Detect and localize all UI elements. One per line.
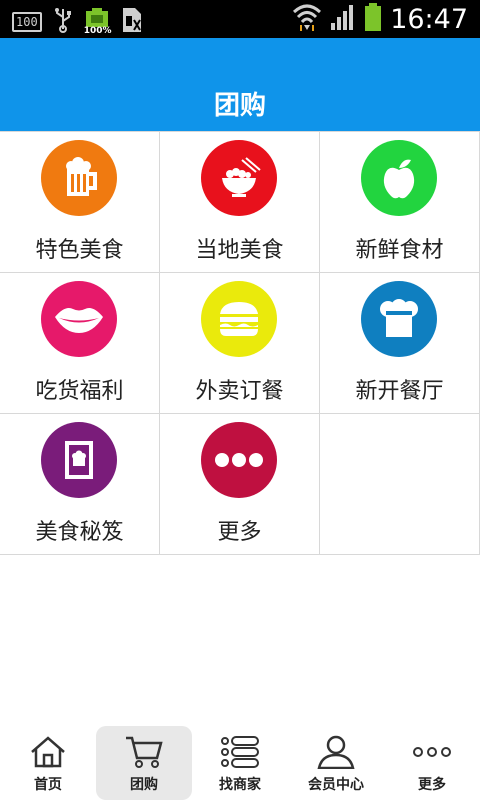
grid-row: 美食秘笈 更多 [0, 414, 480, 555]
grid-row: 特色美食 当地美食 新鲜食材 [0, 132, 480, 273]
category-tile-local-food[interactable]: 当地美食 [160, 132, 320, 272]
user-icon [316, 734, 356, 770]
category-label: 特色美食 [35, 238, 124, 263]
sim-card-icon [120, 6, 144, 38]
wifi-icon [292, 2, 322, 36]
nav-tab-group-buy[interactable]: 团购 [96, 720, 192, 800]
category-tile-takeout[interactable]: 外卖订餐 [160, 273, 320, 413]
status-left: 100 100% [12, 6, 144, 38]
nav-label: 找商家 [219, 777, 261, 793]
bottom-nav: 首页 团购 找商家 会员中心 更多 [0, 720, 480, 800]
apple-icon [361, 140, 437, 216]
category-tile-foodie-perks[interactable]: 吃货福利 [0, 273, 160, 413]
nav-label: 团购 [130, 777, 158, 793]
category-tile-more[interactable]: 更多 [160, 414, 320, 554]
clock: 16:47 [390, 3, 468, 35]
category-label: 新鲜食材 [355, 238, 444, 263]
noodle-bowl-icon [201, 140, 277, 216]
category-label: 吃货福利 [35, 379, 124, 404]
category-label: 美食秘笈 [35, 520, 124, 545]
title-bar: 团购 [0, 38, 480, 131]
category-label: 新开餐厅 [355, 379, 444, 404]
home-icon [28, 734, 68, 770]
more-icon [412, 734, 452, 770]
status-right: 16:47 [292, 2, 468, 36]
battery-icon [364, 2, 382, 36]
burger-icon [201, 281, 277, 357]
nav-tab-home[interactable]: 首页 [0, 720, 96, 800]
nav-tab-more[interactable]: 更多 [384, 720, 480, 800]
recipe-book-icon [41, 422, 117, 498]
nav-tab-find-merchants[interactable]: 找商家 [192, 720, 288, 800]
list-icon [220, 734, 260, 770]
category-label: 当地美食 [195, 238, 284, 263]
category-tile-local-specialties[interactable]: 特色美食 [0, 132, 160, 272]
beer-mug-icon [41, 140, 117, 216]
page-title: 团购 [213, 91, 266, 121]
usb-icon [54, 7, 72, 37]
battery-status-icon: 100% [84, 8, 112, 36]
signal-icon [330, 3, 356, 35]
status-badge: 100 [12, 12, 42, 32]
category-tile-new-restaurants[interactable]: 新开餐厅 [320, 273, 480, 413]
chef-hat-icon [361, 281, 437, 357]
status-bar: 100 100% 16:47 [0, 0, 480, 38]
nav-label: 会员中心 [308, 777, 364, 793]
category-label: 更多 [217, 520, 262, 545]
category-grid: 特色美食 当地美食 新鲜食材 吃货福利 外卖订餐 新开餐厅 美食秘笈 更多 [0, 131, 480, 555]
cart-icon [124, 734, 164, 770]
grid-row: 吃货福利 外卖订餐 新开餐厅 [0, 273, 480, 414]
lips-icon [41, 281, 117, 357]
empty-cell [320, 414, 480, 554]
category-tile-fresh-ingredients[interactable]: 新鲜食材 [320, 132, 480, 272]
more-dots-icon [201, 422, 277, 498]
nav-label: 更多 [418, 777, 446, 793]
category-label: 外卖订餐 [195, 379, 284, 404]
category-tile-recipes[interactable]: 美食秘笈 [0, 414, 160, 554]
nav-tab-member-center[interactable]: 会员中心 [288, 720, 384, 800]
nav-label: 首页 [34, 777, 62, 793]
battery-percent-label: 100% [83, 26, 112, 36]
